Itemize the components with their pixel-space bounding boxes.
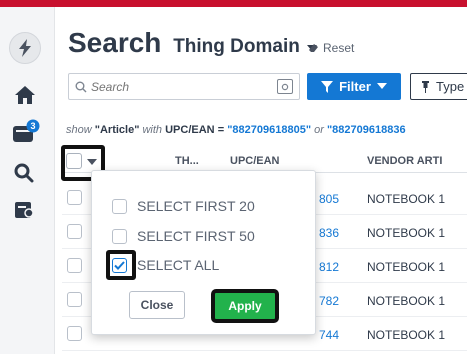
row-upc[interactable]: 812	[319, 260, 339, 274]
option-label: SELECT ALL	[137, 257, 220, 273]
option-label: SELECT FIRST 20	[137, 198, 255, 214]
row-vendor: NOTEBOOK 1	[367, 260, 446, 274]
query-operator: =	[217, 124, 225, 136]
row-vendor: NOTEBOOK 1	[367, 294, 446, 308]
page-title-text: Search	[68, 27, 162, 58]
apply-button[interactable]: Apply	[211, 289, 279, 323]
column-header-upc[interactable]: UPC/EAN	[230, 155, 280, 167]
query-field: UPC/EAN	[165, 124, 215, 136]
notification-badge: 3	[30, 121, 35, 131]
reset-label: Reset	[323, 41, 355, 55]
user-card-icon	[15, 202, 34, 218]
select-options-dropdown: SELECT FIRST 20 SELECT FIRST 50 SELECT A…	[91, 170, 316, 335]
query-or: or	[314, 124, 324, 136]
option-select-first-20[interactable]: SELECT FIRST 20	[112, 198, 255, 214]
reset-link[interactable]: Reset	[308, 41, 354, 55]
row-vendor: NOTEBOOK 1	[367, 226, 446, 240]
close-button[interactable]: Close	[129, 291, 185, 319]
nav-inbox[interactable]: 3	[12, 119, 40, 150]
type-button[interactable]: Type	[410, 73, 467, 100]
nav-users[interactable]	[14, 200, 36, 225]
domain-label: Thing Domain	[173, 36, 300, 57]
home-icon	[15, 86, 35, 104]
row-checkbox[interactable]	[67, 326, 82, 341]
row-upc[interactable]: 782	[319, 294, 339, 308]
search-icon	[14, 163, 34, 183]
domain-selector[interactable]: Thing Domain	[173, 36, 318, 57]
query-prefix: show	[66, 124, 92, 136]
image-search-button[interactable]	[277, 79, 293, 94]
nav-search[interactable]	[14, 163, 34, 188]
option-label: SELECT FIRST 50	[137, 228, 255, 244]
highlight-select-all	[106, 250, 136, 280]
row-checkbox[interactable]	[67, 224, 82, 239]
eraser-icon	[309, 44, 318, 52]
query-value-2: "882709618836	[326, 124, 406, 136]
lightning-icon	[19, 39, 31, 57]
row-vendor: NOTEBOOK 1	[367, 328, 446, 342]
row-upc[interactable]: 836	[319, 226, 339, 240]
funnel-icon	[321, 80, 334, 93]
option-select-first-50[interactable]: SELECT FIRST 50	[112, 228, 255, 244]
column-header-thumbnail[interactable]: TH...	[175, 155, 199, 167]
filter-button[interactable]: Filter	[307, 73, 401, 100]
row-checkbox[interactable]	[67, 190, 82, 205]
search-input[interactable]	[91, 79, 261, 94]
left-nav-rail: 3	[0, 7, 55, 354]
search-box[interactable]	[68, 73, 300, 100]
row-upc[interactable]: 744	[319, 328, 339, 342]
query-summary: show "Article" with UPC/EAN = "882709618…	[66, 124, 406, 136]
folder-icon: 3	[13, 119, 40, 142]
page-title: Search Thing Domain	[68, 27, 318, 59]
type-label: Type	[436, 79, 465, 94]
nav-home[interactable]	[14, 85, 36, 110]
caret-down-icon	[376, 83, 387, 89]
search-icon	[75, 81, 87, 92]
query-with: with	[142, 124, 163, 136]
camera-icon	[281, 83, 289, 91]
row-checkbox[interactable]	[67, 258, 82, 273]
top-brand-bar	[0, 0, 467, 7]
row-upc[interactable]: 805	[319, 192, 339, 206]
column-header-vendor[interactable]: VENDOR ARTI	[367, 155, 442, 167]
pin-icon	[422, 80, 429, 93]
filter-label: Filter	[339, 79, 371, 94]
row-vendor: NOTEBOOK 1	[367, 192, 446, 206]
query-entity: "Article"	[94, 124, 140, 136]
query-value-1: "882709618805"	[227, 124, 312, 136]
row-checkbox[interactable]	[67, 292, 82, 307]
option-checkbox[interactable]	[112, 198, 127, 214]
app-logo[interactable]	[9, 32, 41, 64]
option-checkbox[interactable]	[112, 228, 127, 244]
